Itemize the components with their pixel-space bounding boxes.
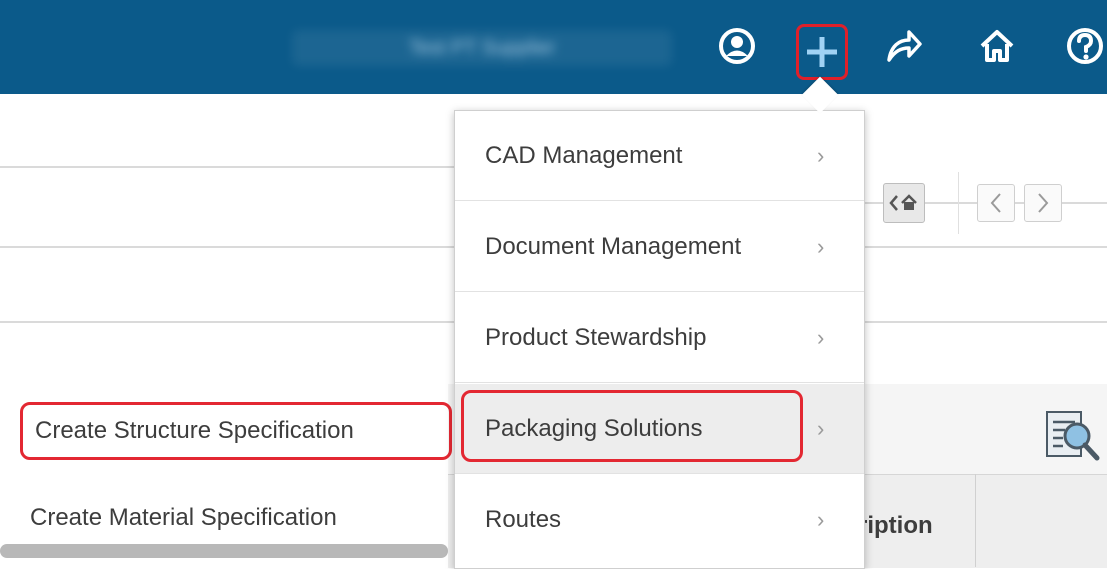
help-icon[interactable] <box>1064 22 1106 70</box>
chevron-right-icon: › <box>817 416 825 441</box>
menu-item-label: CAD Management <box>485 141 683 169</box>
chevron-right-icon <box>1038 193 1049 213</box>
divider <box>0 166 454 168</box>
top-header-bar: Test PT Supplier <box>0 0 1107 94</box>
home-back-button[interactable] <box>883 183 925 223</box>
menu-item-label: Product Stewardship <box>485 323 707 351</box>
column-separator <box>975 474 976 567</box>
menu-item-cad-management[interactable]: CAD Management › <box>455 111 864 201</box>
menu-item-product-stewardship[interactable]: Product Stewardship › <box>455 293 864 383</box>
menu-item-label: Packaging Solutions <box>485 414 703 442</box>
chevron-right-icon: › <box>817 507 825 532</box>
menu-item-label: Routes <box>485 506 562 533</box>
share-arrow-icon[interactable] <box>883 22 925 70</box>
menu-item-label: Create Structure Specification <box>35 417 354 444</box>
home-back-icon <box>889 194 917 211</box>
create-dropdown-menu: CAD Management › Document Management › P… <box>454 110 865 569</box>
menu-item-document-management[interactable]: Document Management › <box>455 202 864 292</box>
chevron-right-icon: › <box>817 234 825 259</box>
menu-item-label: Create Material Specification <box>30 504 337 531</box>
divider <box>958 172 959 234</box>
chevron-left-icon <box>990 193 1001 213</box>
plus-icon[interactable] <box>796 24 848 80</box>
horizontal-scrollbar[interactable] <box>0 544 448 558</box>
chevron-right-icon: › <box>817 325 825 350</box>
column-header-description[interactable]: ription <box>858 512 933 540</box>
search-data-icon[interactable] <box>1045 408 1103 466</box>
user-circle-icon[interactable] <box>716 22 758 70</box>
menu-item-packaging-solutions[interactable]: Packaging Solutions › <box>455 384 864 474</box>
home-icon[interactable] <box>976 22 1018 70</box>
menu-item-routes[interactable]: Routes › <box>455 475 864 565</box>
create-structure-specification-item[interactable]: Create Structure Specification <box>20 402 452 460</box>
next-button[interactable] <box>1024 184 1062 222</box>
menu-item-label: Document Management <box>485 232 742 260</box>
create-material-specification-item[interactable]: Create Material Specification <box>8 494 438 542</box>
user-name: Test PT Supplier <box>292 30 672 66</box>
chevron-right-icon: › <box>817 143 825 168</box>
previous-button[interactable] <box>977 184 1015 222</box>
